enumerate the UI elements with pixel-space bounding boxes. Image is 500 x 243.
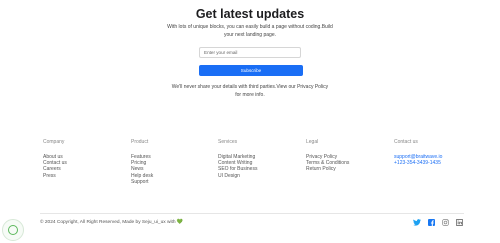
footer-link-features[interactable]: Features [131, 154, 151, 160]
column-title: Product [131, 139, 149, 145]
copyright-text: © 2024 Copyright, All Right Reserved, Ma… [40, 219, 183, 225]
footer-link-ui-design[interactable]: UI Design [218, 173, 240, 179]
footer-link-help-desk[interactable]: Help desk [131, 173, 153, 179]
footer-column-contact: Contact us support@braitwave.io +123-354… [394, 139, 442, 166]
newsletter-title: Get latest updates [195, 7, 305, 21]
footer-link-digital-marketing[interactable]: Digital Marketing [218, 154, 255, 160]
instagram-icon[interactable] [441, 218, 449, 226]
footer-link-content-writing[interactable]: Content Writing [218, 160, 252, 166]
footer-link-contact-us[interactable]: Contact us [43, 160, 67, 166]
copyright-label: © 2024 Copyright, All Right Reserved, Ma… [40, 220, 176, 225]
newsletter-description: With lots of unique blocks, you can easi… [167, 24, 333, 38]
twitter-icon[interactable] [413, 218, 421, 226]
heart-icon: 💚 [176, 219, 184, 225]
column-title: Services [218, 139, 238, 145]
footer-link-support[interactable]: Support [131, 179, 149, 185]
footer-link-terms-conditions[interactable]: Terms & Conditions [306, 160, 349, 166]
email-input[interactable] [199, 47, 301, 58]
subscribe-button[interactable]: Subscribe [199, 65, 303, 76]
footer-divider [40, 213, 464, 214]
footer-link-seo-for-business[interactable]: SEO for Business [218, 166, 257, 172]
column-title: Contact us [394, 139, 418, 145]
contact-email-link[interactable]: support@braitwave.io [394, 154, 442, 160]
facebook-icon[interactable] [427, 218, 435, 226]
footer-column-product: Product Features Pricing News Help desk … [131, 139, 153, 185]
footer-column-company: Company About us Contact us Careers Pres… [43, 139, 67, 179]
footer-link-careers[interactable]: Careers [43, 166, 61, 172]
privacy-note: We'll never share your details with thir… [171, 84, 329, 98]
footer-column-legal: Legal Privacy Policy Terms & Conditions … [306, 139, 349, 173]
site-logo [2, 219, 24, 241]
linkedin-icon[interactable] [455, 218, 463, 226]
social-links [413, 218, 463, 226]
column-title: Legal [306, 139, 319, 145]
footer-column-services: Services Digital Marketing Content Writi… [218, 139, 257, 179]
contact-phone-link[interactable]: +123-354-3439-1435 [394, 160, 441, 166]
column-title: Company [43, 139, 65, 145]
footer-link-about-us[interactable]: About us [43, 154, 63, 160]
footer-link-news[interactable]: News [131, 166, 144, 172]
footer-link-pricing[interactable]: Pricing [131, 160, 146, 166]
footer-link-press[interactable]: Press [43, 173, 56, 179]
footer-link-privacy-policy[interactable]: Privacy Policy [306, 154, 337, 160]
footer-link-return-policy[interactable]: Return Policy [306, 166, 336, 172]
